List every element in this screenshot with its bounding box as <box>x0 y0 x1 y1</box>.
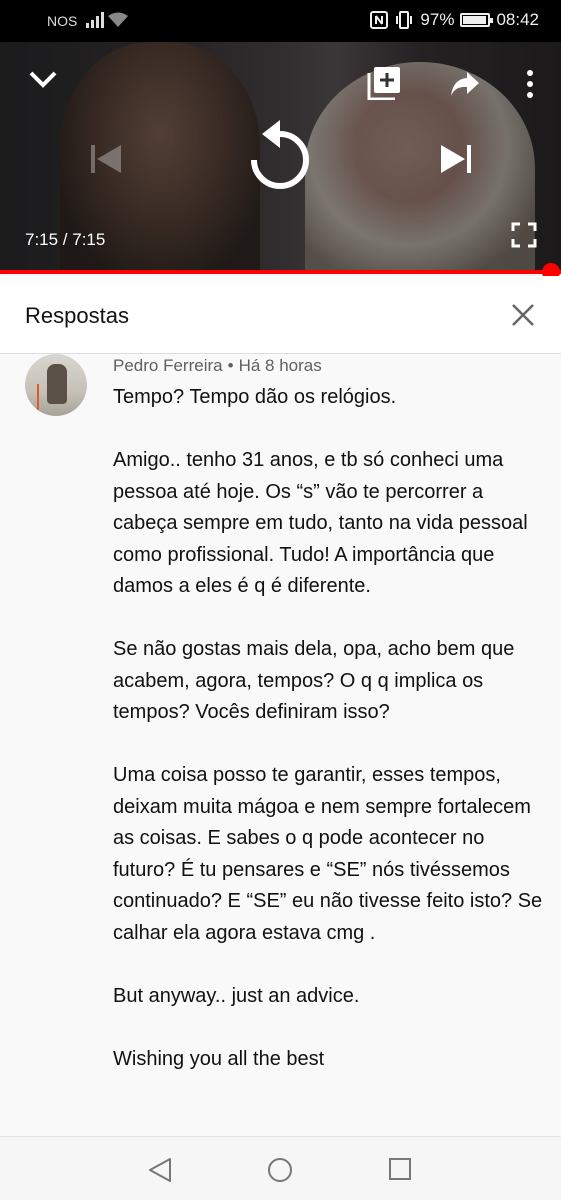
home-circle-icon[interactable] <box>267 1157 293 1183</box>
replay-icon[interactable] <box>248 120 312 192</box>
fullscreen-icon[interactable] <box>511 222 537 248</box>
carrier-label: NOS <box>47 13 78 29</box>
avatar[interactable] <box>25 354 87 416</box>
video-player[interactable]: 7:15 / 7:15 <box>0 42 561 274</box>
recents-square-icon[interactable] <box>388 1157 412 1181</box>
video-time: 7:15 / 7:15 <box>25 230 106 249</box>
comment-item: Pedro Ferreira • Há 8 horas Tempo? Tempo d… <box>0 354 561 1136</box>
comment-paragraph: But anyway.. just an advice. <box>113 984 360 1007</box>
comment-paragraph: Tempo? Tempo dão os relógios. <box>113 386 397 408</box>
share-icon[interactable] <box>449 70 481 98</box>
comment-meta: Pedro Ferreira • Há 8 horas <box>113 356 322 376</box>
comment-body: Tempo? Tempo dão os relógios. Amigo.. te… <box>113 382 543 1107</box>
panel-title: Respostas <box>25 303 129 328</box>
skip-next-icon[interactable] <box>440 144 472 174</box>
replies-header: Respostas <box>0 276 561 354</box>
comment-paragraph: Amigo.. tenho 31 anos, e tb só conheci u… <box>113 449 528 597</box>
meta-separator: • <box>227 356 234 375</box>
system-nav-bar <box>0 1136 561 1200</box>
chevron-down-icon[interactable] <box>28 70 58 90</box>
nfc-icon <box>370 11 389 29</box>
comment-age: Há 8 horas <box>238 356 322 375</box>
close-icon[interactable] <box>511 303 535 327</box>
vibrate-icon <box>396 11 413 29</box>
more-vert-icon[interactable] <box>525 69 535 99</box>
video-progress-bar[interactable] <box>0 263 561 281</box>
battery-icon <box>460 13 494 27</box>
comment-paragraph: Uma coisa posso te garantir, esses tempo… <box>113 764 543 944</box>
clock: 08:42 <box>496 10 539 29</box>
skip-previous-icon <box>91 145 121 173</box>
comment-author[interactable]: Pedro Ferreira <box>113 356 223 375</box>
battery-percent: 97% <box>420 10 455 29</box>
comment-paragraph: Se não gostas mais dela, opa, acho bem q… <box>113 638 515 723</box>
status-bar: NOS 97% 08:42 <box>0 0 561 42</box>
wifi-icon <box>108 12 128 27</box>
comment-paragraph: Wishing you all the best <box>113 1047 325 1070</box>
signal-icon <box>86 12 104 28</box>
back-triangle-icon[interactable] <box>147 1157 173 1183</box>
add-to-playlist-icon[interactable] <box>367 66 401 100</box>
